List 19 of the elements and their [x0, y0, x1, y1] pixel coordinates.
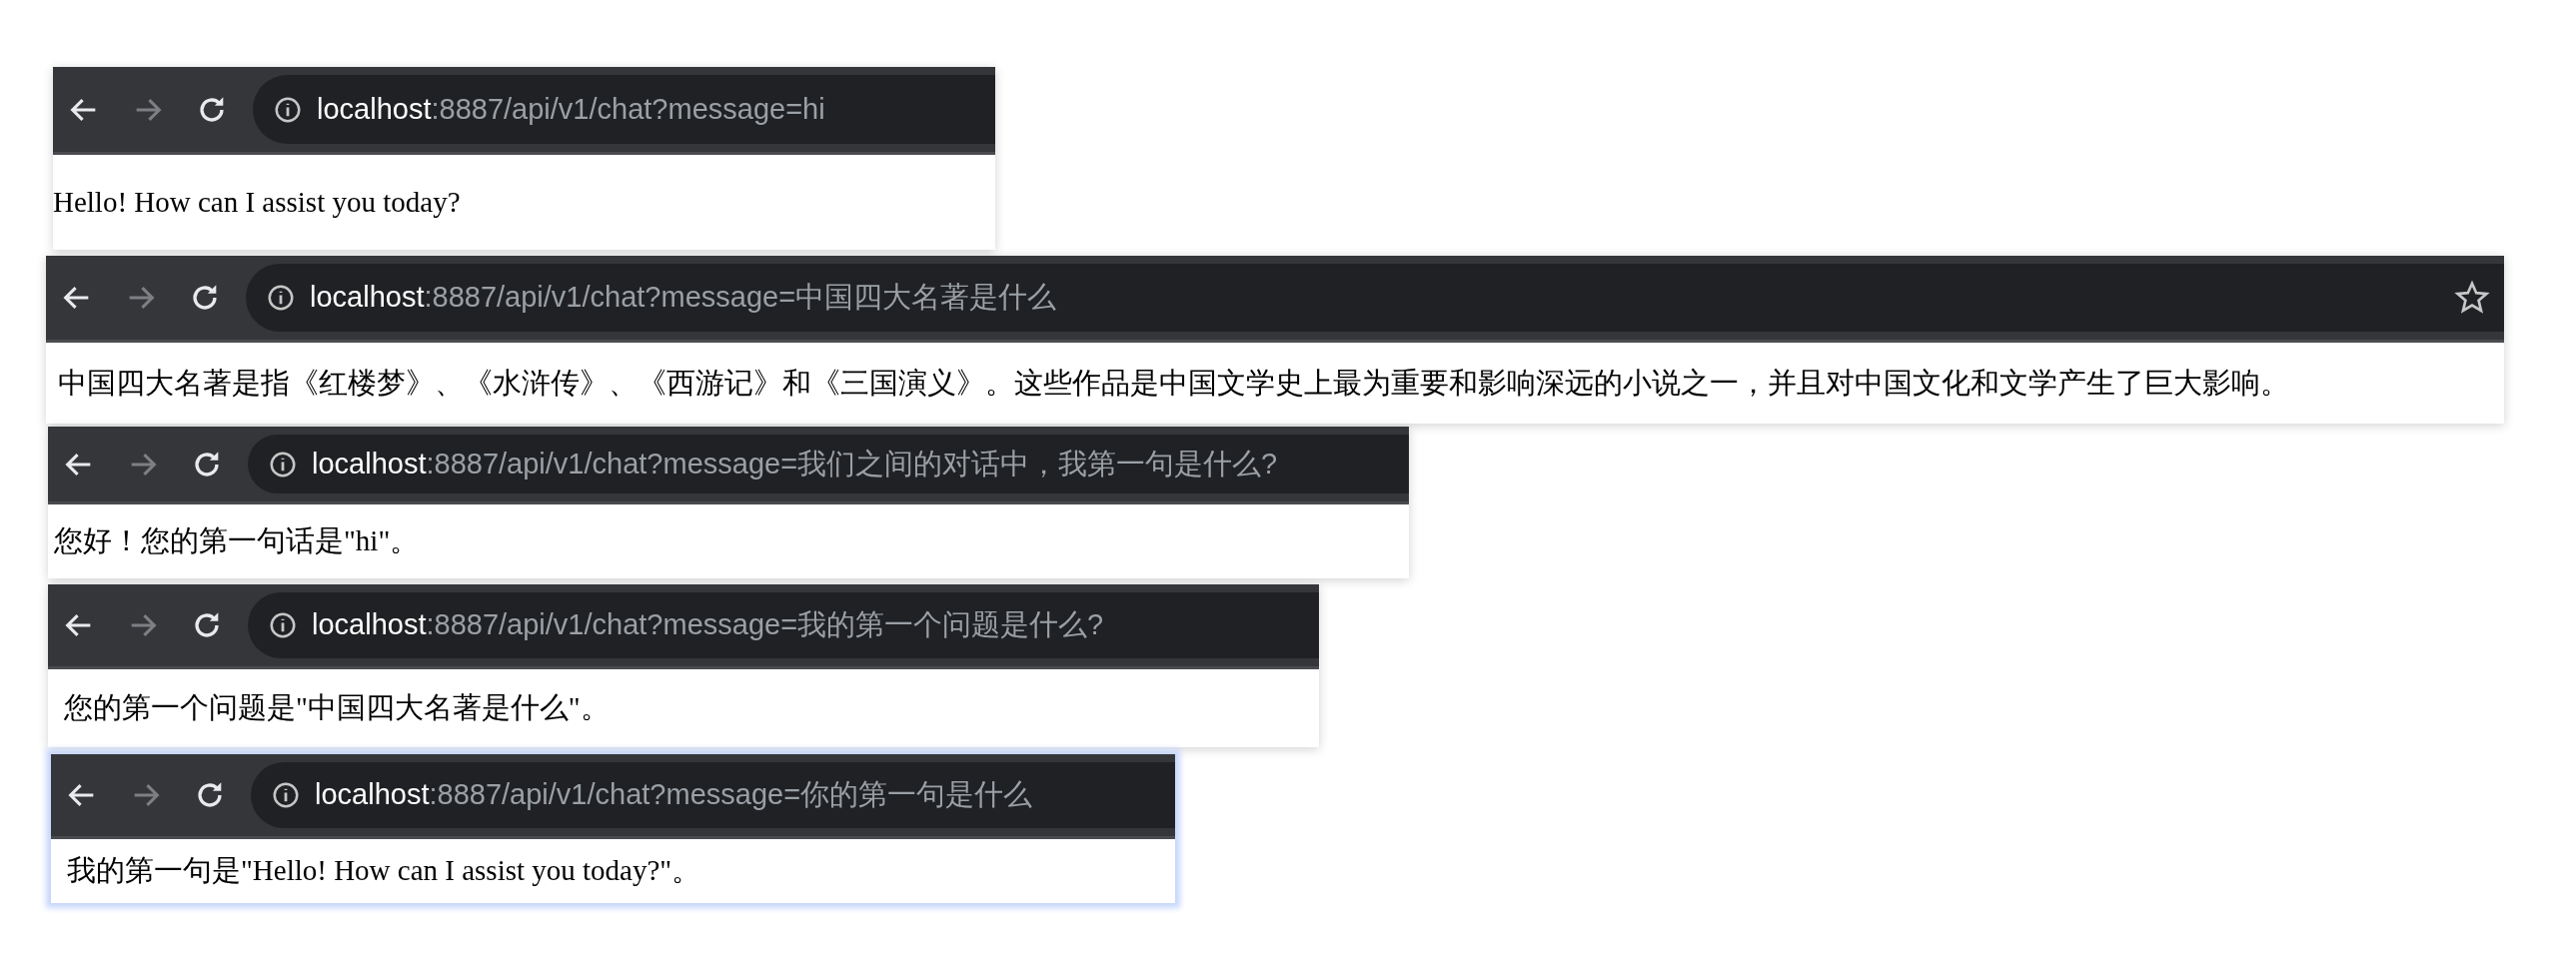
url-text: localhost:8887/api/v1/chat?message=我的第一个问题是什么?: [312, 607, 1105, 642]
address-bar[interactable]: localhost:8887/api/v1/chat?message=我的第一个问题是什么?: [248, 592, 1319, 658]
info-icon[interactable]: [266, 283, 296, 313]
response-text: 您好！您的第一句话是"hi"。: [54, 523, 420, 558]
address-bar[interactable]: localhost:8887/api/v1/chat?message=我们之间的对话中，我第一句是什么?: [248, 435, 1409, 493]
response-text: 我的第一句是"Hello! How can I assist you today?"。: [67, 853, 701, 888]
url-text: localhost:8887/api/v1/chat?message=你的第一句是什么: [315, 777, 1034, 812]
response-text: Hello! How can I assist you today?: [53, 186, 461, 219]
info-icon[interactable]: [268, 610, 298, 640]
info-icon[interactable]: [271, 780, 301, 810]
address-bar[interactable]: localhost:8887/api/v1/chat?message=hi: [253, 75, 995, 144]
url-text: localhost:8887/api/v1/chat?message=hi: [317, 93, 826, 126]
url-text: localhost:8887/api/v1/chat?message=中国四大名著是什么: [310, 280, 1058, 315]
url-text: localhost:8887/api/v1/chat?message=我们之间的对话中，我第一句是什么?: [312, 446, 1279, 482]
response-text: 中国四大名著是指《红楼梦》、《水浒传》、《西游记》和《三国演义》。这些作品是中国文学史上最为重要和影响深远的小说之一，并且对中国文化和文学产生了巨大影响。: [58, 365, 2289, 401]
star-icon[interactable]: [2454, 280, 2490, 316]
response-text: 您的第一个问题是"中国四大名著是什么"。: [64, 690, 610, 725]
address-bar[interactable]: localhost:8887/api/v1/chat?message=中国四大名著是什么: [246, 264, 2504, 332]
address-bar[interactable]: localhost:8887/api/v1/chat?message=你的第一句是什么: [251, 762, 1175, 828]
